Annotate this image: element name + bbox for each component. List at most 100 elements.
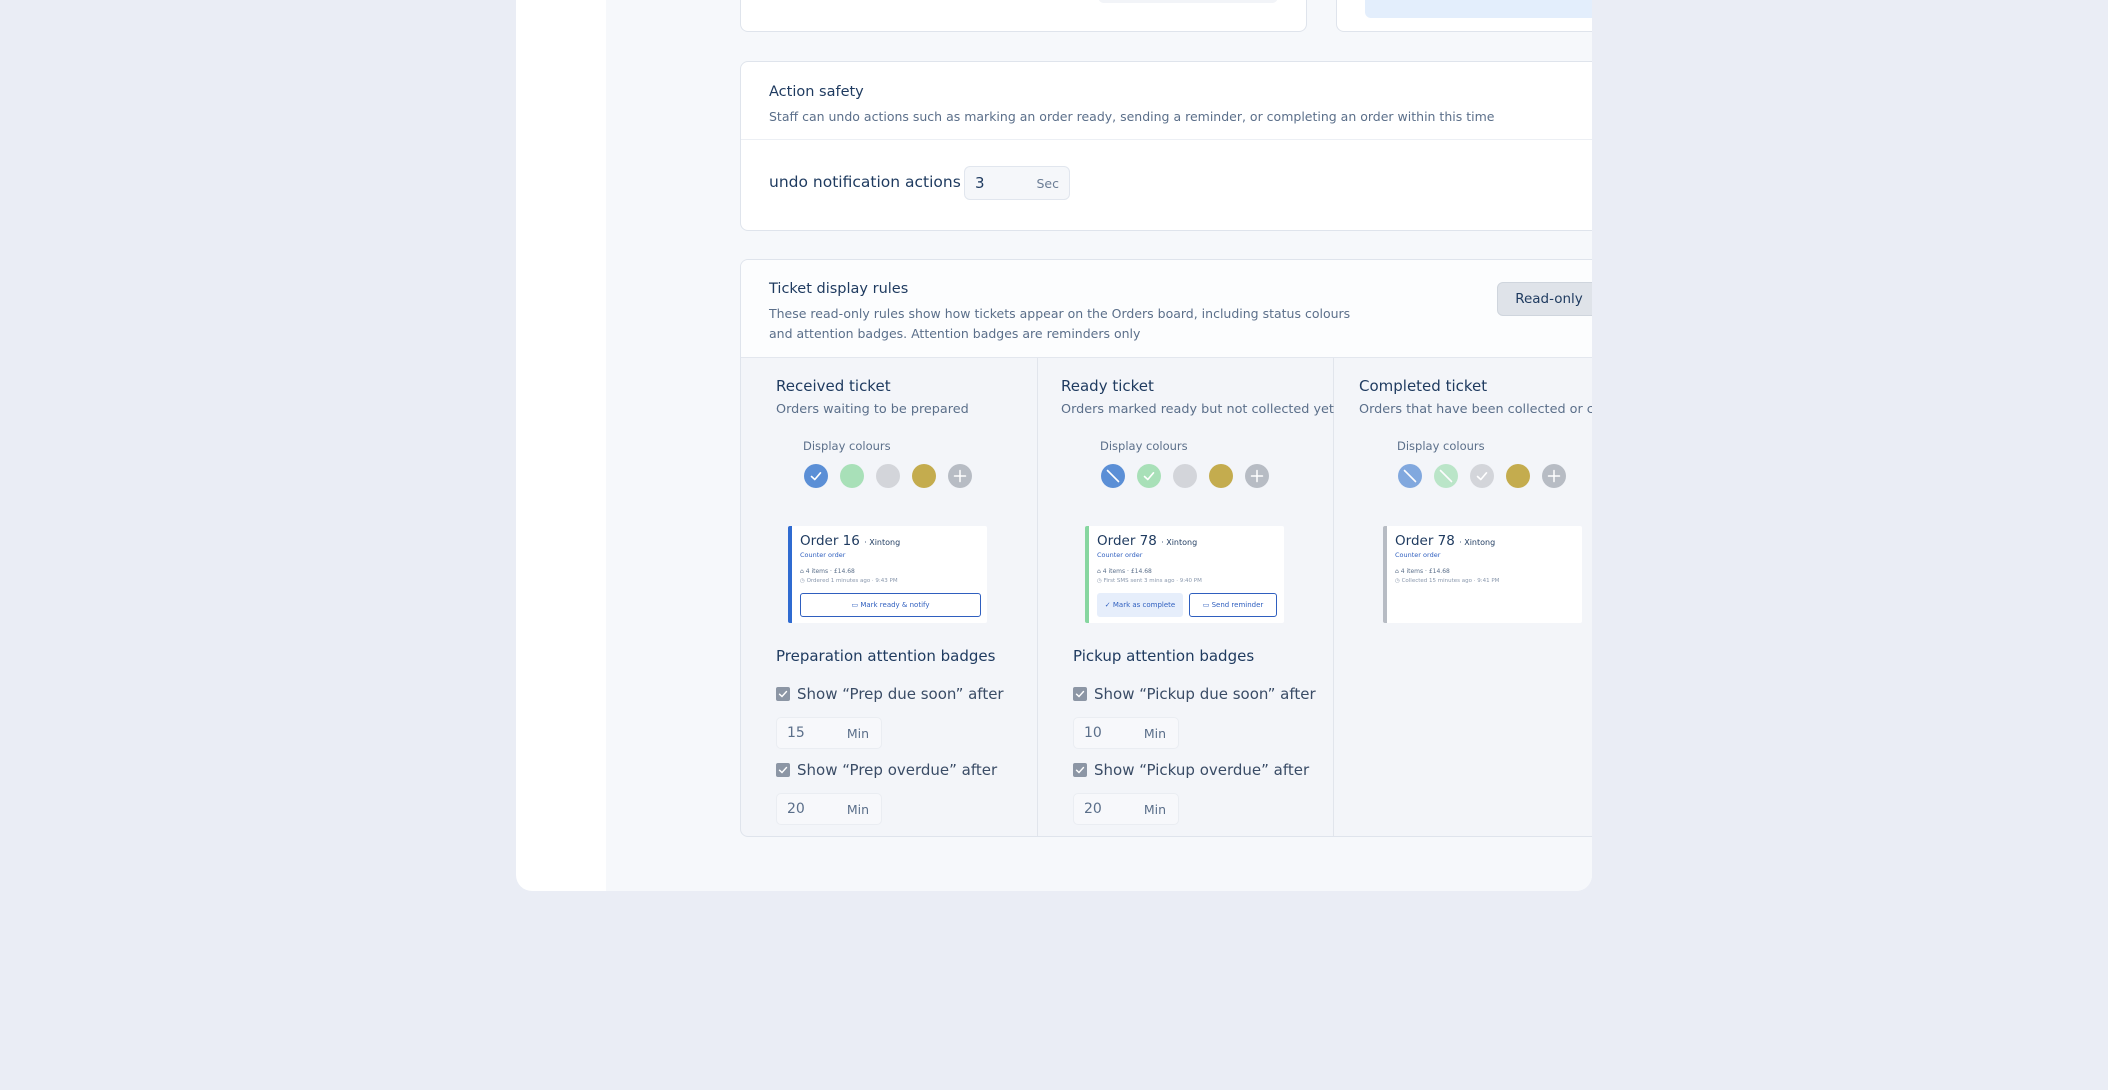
check-icon xyxy=(1476,472,1488,481)
action-safety-title: Action safety xyxy=(769,84,864,100)
colour-swatch-green-disabled[interactable] xyxy=(1434,464,1458,488)
completed-ticket-preview: Order 78 · Xintong Counter order ⌂ 4 ite… xyxy=(1383,526,1582,623)
received-ticket-description: Orders waiting to be prepared xyxy=(776,402,969,417)
check-icon xyxy=(1075,766,1085,774)
preview-order-number: Order 78 · Xintong xyxy=(1097,533,1198,549)
slash-icon xyxy=(1439,469,1453,483)
received-ticket-title: Received ticket xyxy=(776,377,891,395)
plus-icon xyxy=(1547,469,1561,483)
prep-due-soon-checkbox-row: Show “Prep due soon” after xyxy=(776,685,1004,703)
preparation-badges-title: Preparation attention badges xyxy=(776,647,996,665)
check-icon xyxy=(778,690,788,698)
ready-ticket-title: Ready ticket xyxy=(1061,377,1154,395)
pickup-due-soon-label: Show “Pickup due soon” after xyxy=(1094,685,1316,703)
check-icon xyxy=(1143,472,1155,481)
pickup-overdue-checkbox[interactable] xyxy=(1073,763,1087,777)
undo-seconds-unit: Sec xyxy=(1036,176,1060,191)
colour-swatch-green-selected[interactable] xyxy=(1137,464,1161,488)
prep-due-soon-input[interactable]: 15 Min xyxy=(776,717,882,749)
prep-overdue-value: 20 xyxy=(787,801,805,817)
completed-ticket-description: Orders that have been collected or close… xyxy=(1359,402,1592,417)
colour-swatches xyxy=(804,464,972,488)
prep-overdue-input[interactable]: 20 Min xyxy=(776,793,882,825)
preview-order-number: Order 16 · Xintong xyxy=(800,533,901,549)
pickup-overdue-checkbox-row: Show “Pickup overdue” after xyxy=(1073,761,1309,779)
ready-ticket-description: Orders marked ready but not collected ye… xyxy=(1061,402,1334,417)
preview-items: ⌂ 4 items · £14.68 xyxy=(1097,568,1152,575)
undo-seconds-input[interactable]: 3 Sec xyxy=(964,166,1070,200)
ticket-rules-description-line2: and attention badges. Attention badges a… xyxy=(769,326,1141,341)
colour-swatch-gold[interactable] xyxy=(1209,464,1233,488)
status-bar xyxy=(1383,526,1387,623)
prep-overdue-label: Show “Prep overdue” after xyxy=(797,761,998,779)
ready-ticket-column: Ready ticket Orders marked ready but not… xyxy=(1038,358,1334,836)
completed-ticket-column: Completed ticket Orders that have been c… xyxy=(1334,358,1592,836)
preview-order-type: Counter order xyxy=(1395,551,1441,559)
received-ticket-preview: Order 16 · Xintong Counter order ⌂ 4 ite… xyxy=(788,526,987,623)
colour-swatch-green[interactable] xyxy=(840,464,864,488)
status-bar xyxy=(1085,526,1089,623)
preview-order-type: Counter order xyxy=(1097,551,1143,559)
pickup-overdue-unit: Min xyxy=(1143,802,1166,817)
preview-items: ⌂ 4 items · £14.68 xyxy=(1395,568,1450,575)
colour-swatch-gold[interactable] xyxy=(912,464,936,488)
received-ticket-column: Received ticket Orders waiting to be pre… xyxy=(741,358,1038,836)
main-content: Reconnect Action safety Staff can undo a… xyxy=(606,0,1592,891)
pickup-overdue-label: Show “Pickup overdue” after xyxy=(1094,761,1310,779)
send-reminder-button: ▭ Send reminder xyxy=(1189,593,1277,617)
add-colour-button[interactable] xyxy=(948,464,972,488)
colour-swatch-grey[interactable] xyxy=(1173,464,1197,488)
undo-seconds-value: 3 xyxy=(975,174,985,192)
ticket-rules-title: Ticket display rules xyxy=(769,281,909,297)
action-safety-header: Action safety Staff can undo actions suc… xyxy=(741,62,1592,140)
prep-overdue-unit: Min xyxy=(846,802,869,817)
preview-time: ◷ First SMS sent 3 mins ago · 9:40 PM xyxy=(1097,578,1202,584)
display-colours-label: Display colours xyxy=(803,439,891,453)
settings-panel: Reconnect Action safety Staff can undo a… xyxy=(516,0,1592,891)
check-icon xyxy=(778,766,788,774)
colour-swatch-blue-selected[interactable] xyxy=(804,464,828,488)
preview-order-type: Counter order xyxy=(800,551,846,559)
preview-time: ◷ Collected 15 minutes ago · 9:41 PM xyxy=(1395,578,1500,584)
reconnect-button[interactable]: Reconnect xyxy=(1365,0,1592,18)
ticket-display-rules-card: Ticket display rules These read-only rul… xyxy=(740,259,1592,837)
colour-swatch-blue-disabled[interactable] xyxy=(1398,464,1422,488)
status-bar xyxy=(788,526,792,623)
check-icon xyxy=(810,472,822,481)
slash-icon xyxy=(1403,469,1417,483)
prep-due-soon-checkbox[interactable] xyxy=(776,687,790,701)
colour-swatches xyxy=(1101,464,1269,488)
read-only-badge: Read-only xyxy=(1497,282,1592,316)
display-colours-label: Display colours xyxy=(1397,439,1485,453)
action-safety-description: Staff can undo actions such as marking a… xyxy=(769,109,1495,124)
pickup-overdue-value: 20 xyxy=(1084,801,1102,817)
prep-due-soon-label: Show “Prep due soon” after xyxy=(797,685,1004,703)
action-safety-card: Action safety Staff can undo actions suc… xyxy=(740,61,1592,231)
colour-swatch-grey[interactable] xyxy=(876,464,900,488)
pickup-due-soon-unit: Min xyxy=(1143,726,1166,741)
pickup-due-soon-checkbox-row: Show “Pickup due soon” after xyxy=(1073,685,1316,703)
check-icon xyxy=(1075,690,1085,698)
colour-swatches xyxy=(1398,464,1566,488)
preview-items: ⌂ 4 items · £14.68 xyxy=(800,568,855,575)
add-colour-button[interactable] xyxy=(1542,464,1566,488)
connection-card: Reconnect xyxy=(1336,0,1592,32)
colour-swatch-grey-selected[interactable] xyxy=(1470,464,1494,488)
pickup-due-soon-checkbox[interactable] xyxy=(1073,687,1087,701)
ticket-rules-description-line1: These read-only rules show how tickets a… xyxy=(769,306,1351,321)
mark-as-complete-button: ✓ Mark as complete xyxy=(1097,593,1183,617)
pickup-due-soon-input[interactable]: 10 Min xyxy=(1073,717,1179,749)
ticket-rules-header: Ticket display rules These read-only rul… xyxy=(741,260,1592,358)
pickup-badges-title: Pickup attention badges xyxy=(1073,647,1255,665)
previous-input[interactable] xyxy=(1098,0,1278,3)
completed-ticket-title: Completed ticket xyxy=(1359,377,1488,395)
previous-section-card xyxy=(740,0,1307,32)
add-colour-button[interactable] xyxy=(1245,464,1269,488)
pickup-overdue-input[interactable]: 20 Min xyxy=(1073,793,1179,825)
plus-icon xyxy=(953,469,967,483)
preview-time: ◷ Ordered 1 minutes ago · 9:43 PM xyxy=(800,578,898,584)
prep-overdue-checkbox[interactable] xyxy=(776,763,790,777)
undo-label: undo notification actions in xyxy=(769,173,980,191)
colour-swatch-blue-disabled[interactable] xyxy=(1101,464,1125,488)
colour-swatch-gold[interactable] xyxy=(1506,464,1530,488)
